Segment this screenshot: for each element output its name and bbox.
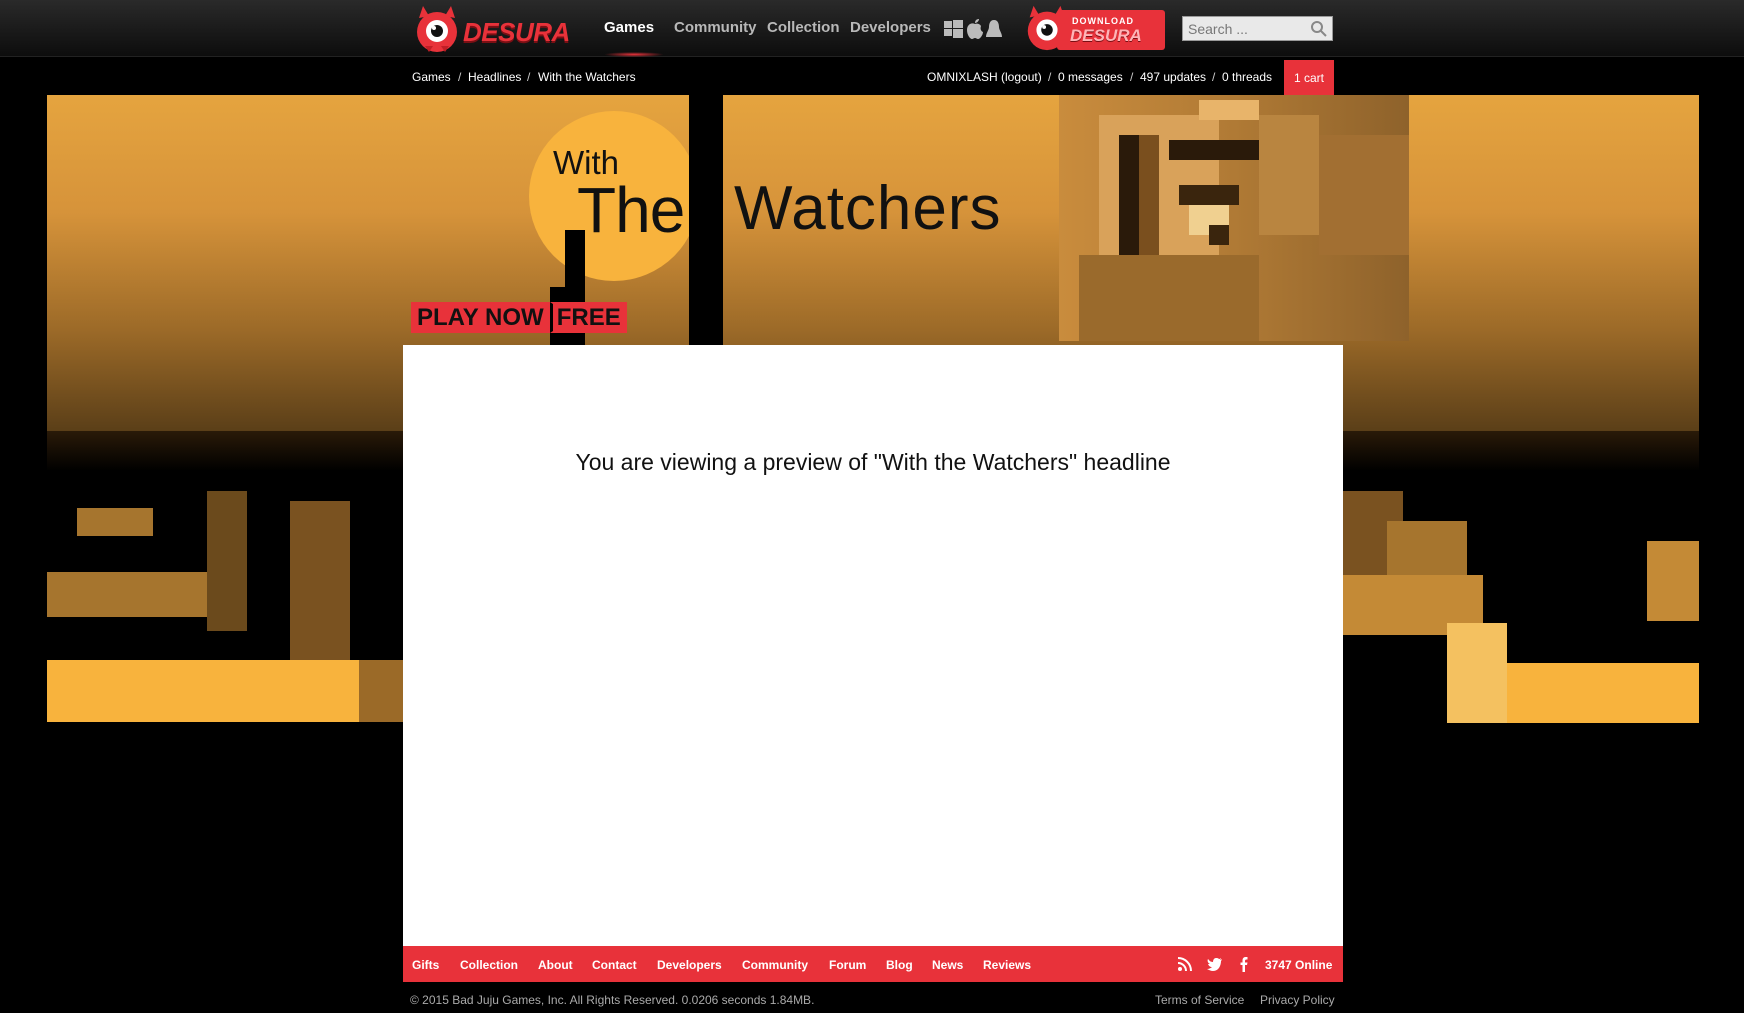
footer-link-news[interactable]: News bbox=[932, 958, 963, 972]
nav-community[interactable]: Community bbox=[674, 19, 757, 36]
desura-mascot-icon bbox=[417, 6, 457, 52]
breadcrumb-games[interactable]: Games bbox=[412, 70, 451, 84]
footer-link-collection[interactable]: Collection bbox=[460, 958, 518, 972]
nav-games[interactable]: Games bbox=[604, 19, 654, 36]
breadcrumb-separator: / bbox=[527, 70, 531, 84]
facebook-icon[interactable] bbox=[1236, 956, 1252, 972]
online-count: 3747 Online bbox=[1265, 958, 1333, 972]
updates-link[interactable]: 497 updates bbox=[1140, 70, 1206, 84]
rss-icon[interactable] bbox=[1177, 956, 1193, 972]
nav-developers[interactable]: Developers bbox=[850, 19, 931, 36]
user-separator: / bbox=[1212, 70, 1216, 84]
user-logout-link[interactable]: OMNIXLASH (logout) bbox=[927, 70, 1042, 84]
privacy-policy-link[interactable]: Privacy Policy bbox=[1260, 993, 1335, 1007]
copyright-text: © 2015 Bad Juju Games, Inc. All Rights R… bbox=[410, 993, 815, 1007]
search-box bbox=[1182, 16, 1333, 41]
apple-icon bbox=[967, 19, 983, 39]
windows-icon bbox=[944, 20, 963, 38]
cart-button[interactable]: 1 cart bbox=[1284, 60, 1334, 96]
play-now-label: PLAY NOW bbox=[411, 302, 550, 333]
breadcrumb-headlines[interactable]: Headlines bbox=[468, 70, 521, 84]
terms-of-service-link[interactable]: Terms of Service bbox=[1155, 993, 1244, 1007]
nav-collection[interactable]: Collection bbox=[767, 19, 840, 36]
free-label: FREE bbox=[549, 302, 627, 333]
footer-link-gifts[interactable]: Gifts bbox=[412, 958, 439, 972]
sub-navigation-bar: Games / Headlines / With the Watchers OM… bbox=[0, 58, 1744, 96]
download-desura-button[interactable]: DOWNLOAD DESURA bbox=[1022, 3, 1165, 53]
user-separator: / bbox=[1130, 70, 1134, 84]
play-now-free-button[interactable]: PLAY NOW FREE bbox=[411, 302, 627, 333]
download-label: DOWNLOAD bbox=[1072, 16, 1134, 26]
footer-link-forum[interactable]: Forum bbox=[829, 958, 866, 972]
twitter-icon[interactable] bbox=[1207, 956, 1223, 972]
footer-link-community[interactable]: Community bbox=[742, 958, 808, 972]
preview-notice: You are viewing a preview of "With the W… bbox=[575, 449, 1171, 475]
banner-pixel-face bbox=[1059, 95, 1409, 341]
footer-link-contact[interactable]: Contact bbox=[592, 958, 637, 972]
breadcrumb-current[interactable]: With the Watchers bbox=[538, 70, 636, 84]
desura-mascot-icon bbox=[1027, 5, 1067, 51]
headline-preview-panel: You are viewing a preview of "With the W… bbox=[403, 345, 1343, 946]
footer-link-developers[interactable]: Developers bbox=[657, 958, 722, 972]
top-navigation-bar: DESURA Games Community Collection Develo… bbox=[0, 0, 1744, 57]
search-icon[interactable] bbox=[1310, 20, 1327, 37]
nav-active-indicator bbox=[604, 52, 664, 57]
banner-title-the: The bbox=[577, 174, 685, 246]
banner-title-watchers: Watchers bbox=[734, 174, 1002, 243]
logo-wordmark: DESURA bbox=[463, 17, 570, 47]
user-separator: / bbox=[1048, 70, 1052, 84]
messages-link[interactable]: 0 messages bbox=[1058, 70, 1123, 84]
footer-bar: Gifts Collection About Contact Developer… bbox=[403, 946, 1343, 982]
breadcrumb-separator: / bbox=[458, 70, 462, 84]
footer-link-reviews[interactable]: Reviews bbox=[983, 958, 1031, 972]
footer-link-blog[interactable]: Blog bbox=[886, 958, 913, 972]
footer-link-about[interactable]: About bbox=[538, 958, 573, 972]
desura-logo[interactable]: DESURA bbox=[411, 4, 573, 54]
linux-icon bbox=[986, 20, 1002, 37]
platform-icons bbox=[944, 19, 1002, 39]
download-brand-label: DESURA bbox=[1070, 26, 1142, 45]
search-input[interactable] bbox=[1183, 17, 1308, 40]
threads-link[interactable]: 0 threads bbox=[1222, 70, 1272, 84]
